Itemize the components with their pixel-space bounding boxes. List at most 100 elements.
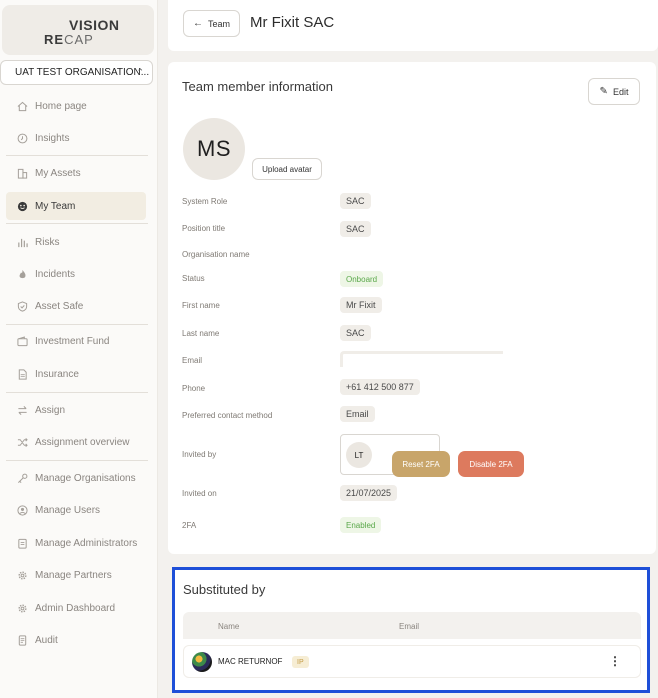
substituted-by-card: Substituted by Name Email MAC RETURNOF I… [172,567,650,693]
wallet-icon [16,335,28,347]
role-badge: IP [292,656,309,668]
pencil-icon: ✎ [599,86,608,97]
reset-2fa-button[interactable]: Reset 2FA [392,451,450,477]
email-label: Email [182,356,203,365]
organisation-name-label: Organisation name [182,250,250,259]
clock-icon [16,132,28,144]
smiley-icon [16,200,28,212]
avatar: MS [183,118,245,180]
divider [6,324,148,325]
organisation-select[interactable]: UAT TEST ORGANISATION... ⌃ [0,60,153,85]
sidebar-item-audit[interactable]: Audit [6,626,146,654]
sidebar-item-label: My Team [35,200,76,212]
gear-icon [16,569,28,581]
avatar [192,652,212,672]
sidebar-item-admin-dashboard[interactable]: Admin Dashboard [6,594,146,622]
status-label: Status [182,274,205,283]
team-member-info-card: Team member information ✎ Edit MS Upload… [168,62,656,554]
twofa-label: 2FA [182,521,197,530]
email-value [340,351,503,367]
table-row[interactable]: MAC RETURNOF IP ⋮ [183,645,641,678]
logo[interactable]: VISION RECAP [2,5,154,55]
sidebar-item-label: Audit [35,634,58,646]
home-icon [16,100,28,112]
last-name-label: Last name [182,329,220,338]
more-options-icon[interactable]: ⋮ [609,654,621,668]
card-title: Substituted by [183,582,266,597]
column-header-name: Name [218,622,240,631]
swap-icon [16,404,28,416]
divider [6,223,148,224]
sidebar-item-insights[interactable]: Insights [6,124,146,152]
key-icon [16,472,28,484]
position-title-value: SAC [340,221,371,237]
building-icon [16,167,28,179]
divider [6,460,148,461]
file-icon [16,634,28,646]
sidebar-item-my-team[interactable]: My Team [6,192,146,220]
sidebar-item-assign[interactable]: Assign [6,396,146,424]
twofa-status-badge: Enabled [340,517,382,533]
sidebar-item-label: My Assets [35,167,81,179]
sidebar-item-insurance[interactable]: Insurance [6,360,146,388]
sidebar-item-label: Admin Dashboard [35,602,116,614]
column-header-email: Email [399,622,420,631]
flame-icon [16,268,28,280]
organisation-select-value: UAT TEST ORGANISATION... [15,67,150,78]
invited-on-label: Invited on [182,489,217,498]
sidebar-item-assignment-overview[interactable]: Assignment overview [6,428,146,456]
invited-on-value: 21/07/2025 [340,485,398,501]
logo-bottom-a: RE [44,32,65,47]
page-header: ← Team Mr Fixit SAC [168,0,658,51]
sidebar-item-manage-administrators[interactable]: Manage Administrators [6,529,146,557]
avatar: LT [346,442,372,468]
table-header: Name Email [183,612,641,639]
arrow-left-icon: ← [192,18,203,29]
sidebar-item-label: Risks [35,236,60,248]
document-icon [16,368,28,380]
bar-chart-icon [16,236,28,248]
row-name: MAC RETURNOF [218,657,283,666]
first-name-label: First name [182,301,220,310]
edit-button-label: Edit [612,86,629,97]
sidebar-item-risks[interactable]: Risks [6,228,146,256]
back-to-team-button[interactable]: ← Team [183,10,240,37]
shield-icon [16,300,28,312]
page-title: Mr Fixit SAC [250,14,335,31]
sidebar-item-my-assets[interactable]: My Assets [6,159,146,187]
sidebar-item-label: Manage Organisations [35,472,136,484]
sidebar-item-investment-fund[interactable]: Investment Fund [6,327,146,355]
sidebar-item-manage-users[interactable]: Manage Users [6,496,146,524]
sidebar-item-label: Asset Safe [35,300,84,312]
sidebar-item-manage-organisations[interactable]: Manage Organisations [6,464,146,492]
sidebar-item-asset-safe[interactable]: Asset Safe [6,292,146,320]
sidebar-item-label: Manage Users [35,504,101,516]
chevron-updown-icon: ⌃ [136,67,144,77]
preferred-contact-value: Email [340,406,375,422]
logo-bottom-b: CAP [64,32,94,47]
divider [6,155,148,156]
edit-button[interactable]: ✎ Edit [588,78,640,105]
sidebar-item-label: Investment Fund [35,335,110,347]
sidebar-item-label: Incidents [35,268,76,280]
preferred-contact-label: Preferred contact method [182,411,273,420]
sidebar-item-label: Manage Administrators [35,537,138,549]
sidebar-item-home[interactable]: Home page [6,92,146,120]
disable-2fa-button[interactable]: Disable 2FA [458,451,524,477]
last-name-value: SAC [340,325,371,341]
shuffle-icon [16,436,28,448]
sidebar-item-label: Home page [35,100,87,112]
sidebar-item-manage-partners[interactable]: Manage Partners [6,561,146,589]
sidebar-item-label: Insights [35,132,70,144]
status-badge: Onboard [340,271,384,287]
sidebar-item-incidents[interactable]: Incidents [6,260,146,288]
system-role-value: SAC [340,193,371,209]
position-title-label: Position title [182,224,226,233]
card-title: Team member information [182,79,333,94]
phone-label: Phone [182,384,206,393]
divider [6,392,148,393]
first-name-value: Mr Fixit [340,297,382,313]
invited-by-label: Invited by [182,450,217,459]
logo-top-text: VISION [69,17,120,33]
upload-avatar-button[interactable]: Upload avatar [252,158,322,180]
